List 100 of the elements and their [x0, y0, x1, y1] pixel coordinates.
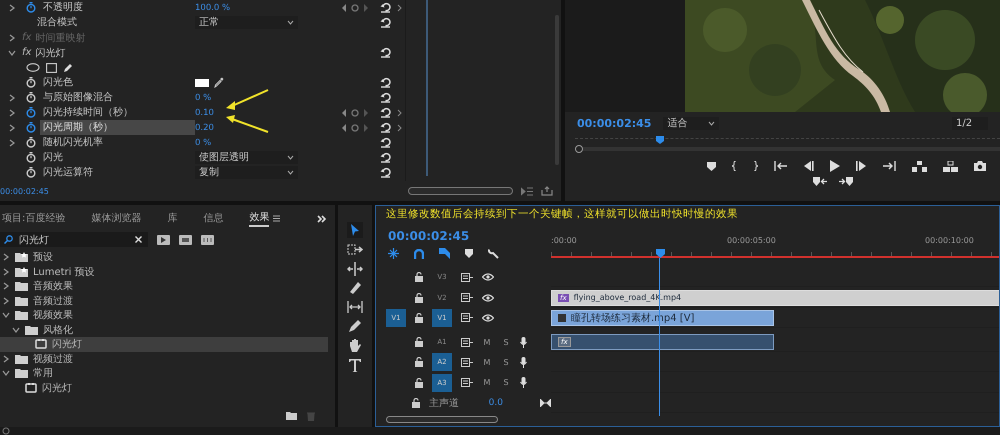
panel-tab[interactable]: 媒体浏览器 — [91, 211, 142, 226]
tree-item[interactable]: 视频效果 — [33, 308, 73, 322]
hand-tool-icon[interactable] — [347, 338, 363, 353]
solo-toggle[interactable]: S — [501, 378, 511, 388]
tree-item[interactable]: 闪光灯 — [42, 380, 72, 395]
go-to-out-icon[interactable] — [883, 161, 896, 171]
accelerated-effects-icon[interactable] — [157, 234, 170, 244]
type-tool-icon[interactable] — [347, 358, 363, 373]
microphone-icon[interactable] — [520, 377, 527, 388]
reset-icon[interactable] — [380, 152, 391, 163]
tree-item[interactable]: 风格化 — [43, 322, 73, 337]
reset-icon[interactable] — [380, 167, 391, 178]
stopwatch-icon[interactable] — [26, 107, 36, 118]
mute-toggle[interactable]: M — [482, 358, 492, 367]
solo-toggle[interactable]: S — [501, 338, 511, 347]
ripple-edit-tool-icon[interactable] — [347, 262, 363, 276]
export-icon[interactable] — [541, 186, 553, 196]
playhead-icon[interactable] — [656, 249, 665, 258]
ellipse-mask-icon[interactable] — [26, 63, 40, 72]
sync-lock-icon[interactable] — [461, 358, 473, 367]
mute-toggle[interactable]: M — [482, 338, 492, 347]
32-bit-effects-icon[interactable] — [179, 234, 192, 244]
tree-item[interactable]: 常用 — [33, 366, 53, 380]
track-select-tool-icon[interactable] — [347, 243, 363, 257]
go-to-edge-icon[interactable] — [540, 399, 551, 408]
keyframe-navigator-icon[interactable] — [342, 124, 368, 132]
lock-icon[interactable] — [415, 378, 423, 388]
value-field[interactable]: 0.10 — [195, 108, 214, 118]
zoom-scrollbar[interactable] — [408, 187, 513, 195]
pen-icon[interactable] — [63, 62, 73, 72]
lock-icon[interactable] — [415, 357, 423, 368]
search-box[interactable]: 闪光灯 — [0, 232, 148, 247]
mark-out-icon[interactable] — [753, 161, 758, 171]
reset-icon[interactable] — [380, 2, 391, 13]
fx-toggle[interactable]: fx — [22, 47, 32, 58]
timecode[interactable]: 00:00:02:45 — [577, 116, 652, 130]
eye-icon[interactable] — [482, 314, 494, 322]
stopwatch-icon[interactable] — [26, 137, 36, 148]
step-back-icon[interactable] — [803, 161, 814, 171]
yuv-effects-icon[interactable] — [201, 234, 214, 244]
microphone-icon[interactable] — [520, 336, 527, 348]
stopwatch-icon[interactable] — [26, 92, 36, 103]
mark-in-icon[interactable] — [732, 161, 737, 171]
wrench-icon[interactable] — [488, 248, 499, 259]
value-field[interactable]: 0 % — [195, 138, 212, 148]
solo-toggle[interactable]: S — [501, 358, 511, 367]
marker-icon[interactable] — [465, 249, 473, 258]
reset-icon[interactable] — [380, 107, 391, 118]
selection-tool-icon[interactable] — [347, 222, 363, 238]
reset-icon[interactable] — [380, 17, 391, 28]
pen-tool-icon[interactable] — [347, 319, 363, 333]
reset-icon[interactable] — [380, 122, 391, 133]
lock-icon[interactable] — [415, 272, 423, 282]
tree-item[interactable]: 音频效果 — [33, 279, 73, 294]
extract-icon[interactable] — [943, 160, 958, 172]
dropdown[interactable]: 复制 — [195, 166, 298, 179]
linked-selection-icon[interactable] — [439, 248, 450, 259]
tree-item[interactable]: 音频过渡 — [33, 294, 73, 308]
search-field[interactable]: 闪光灯 — [19, 234, 129, 245]
keyframe-navigator-icon[interactable] — [342, 108, 368, 116]
filter-icon[interactable] — [521, 186, 533, 196]
razor-tool-icon[interactable] — [347, 281, 363, 295]
stopwatch-icon[interactable] — [26, 167, 36, 178]
sync-lock-icon[interactable] — [461, 338, 473, 347]
panel-tab[interactable]: 库 — [167, 211, 178, 226]
sync-lock-icon[interactable] — [461, 313, 473, 322]
sync-lock-icon[interactable] — [461, 272, 473, 282]
time-ruler[interactable]: :00:00 00:00:05:00 00:00:10:00 — [551, 223, 999, 267]
lock-icon[interactable] — [412, 398, 420, 408]
dropdown[interactable]: 使图层透明 — [195, 151, 298, 164]
next-marker-icon[interactable] — [839, 177, 853, 186]
microphone-icon[interactable] — [520, 356, 527, 368]
marker-icon[interactable] — [707, 162, 716, 170]
clear-icon[interactable] — [135, 236, 142, 243]
slip-tool-icon[interactable] — [347, 300, 363, 314]
lock-icon[interactable] — [415, 292, 423, 303]
play-icon[interactable] — [830, 160, 840, 172]
zoom-handle[interactable] — [575, 145, 583, 153]
eyedropper-icon[interactable] — [214, 77, 224, 88]
timecode[interactable]: 00:00:02:45 — [388, 229, 551, 243]
value-field[interactable]: 0.20 — [195, 122, 214, 132]
tree-item[interactable]: 视频过渡 — [33, 352, 73, 366]
snap-icon[interactable] — [414, 248, 424, 258]
color-swatch[interactable] — [195, 78, 209, 86]
camera-icon[interactable] — [974, 161, 986, 171]
zoom-dropdown[interactable]: 适合 — [663, 116, 720, 130]
more-panels-icon[interactable] — [317, 214, 327, 222]
dropdown[interactable]: 正常 — [195, 16, 298, 29]
stopwatch-icon[interactable] — [26, 77, 36, 88]
previous-marker-icon[interactable] — [813, 177, 827, 186]
tree-item[interactable]: 闪光灯 — [52, 337, 82, 352]
new-folder-icon[interactable] — [286, 412, 297, 420]
reset-icon[interactable] — [380, 137, 391, 148]
sync-lock-icon[interactable] — [461, 293, 473, 302]
lock-icon[interactable] — [415, 337, 423, 348]
rectangle-mask-icon[interactable] — [46, 62, 57, 72]
stopwatch-icon[interactable] — [26, 152, 36, 163]
mute-toggle[interactable]: M — [482, 378, 492, 388]
playhead-icon[interactable] — [656, 136, 664, 144]
resolution-dropdown[interactable]: 1/2 — [952, 116, 988, 130]
